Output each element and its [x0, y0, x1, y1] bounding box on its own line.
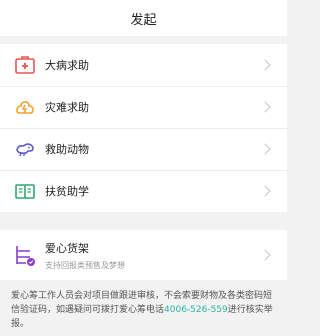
chevron-right-icon	[259, 143, 271, 155]
category-label: 大病求助	[45, 59, 89, 72]
chevron-right-icon	[259, 249, 271, 261]
category-row-major-illness[interactable]: 大病求助	[0, 44, 287, 86]
shelf-title: 爱心货架	[45, 241, 89, 255]
category-label: 扶贫助学	[45, 185, 89, 198]
disaster-icon	[13, 95, 37, 119]
category-row-animal[interactable]: 救助动物	[0, 128, 287, 170]
shelf-text: 爱心货架 支持回报类预售及梦想	[45, 240, 125, 271]
category-label: 救助动物	[45, 143, 89, 156]
shelf-subtitle: 支持回报类预售及梦想	[45, 260, 125, 270]
chevron-right-icon	[259, 185, 271, 197]
page-title: 发起	[130, 12, 157, 28]
category-row-disaster[interactable]: 灾难求助	[0, 86, 287, 128]
header-bar: 发起	[0, 0, 287, 36]
category-list: 大病求助 灾难求助 救助动物 扶贫助学	[0, 44, 287, 212]
shelf-row[interactable]: 爱心货架 支持回报类预售及梦想	[0, 230, 287, 280]
chevron-right-icon	[259, 59, 271, 71]
notice-text: 爱心筹工作人员会对项目做跟进审核，不会索要财物及各类密码短信验证码，如遇疑问可拨…	[11, 289, 279, 331]
shelf-icon	[13, 243, 37, 267]
animal-icon	[13, 137, 37, 161]
shelf-section: 爱心货架 支持回报类预售及梦想	[0, 230, 287, 280]
chevron-right-icon	[259, 101, 271, 113]
category-label: 灾难求助	[45, 101, 89, 114]
category-row-poverty-education[interactable]: 扶贫助学	[0, 170, 287, 212]
medical-kit-icon	[13, 53, 37, 77]
book-icon	[13, 179, 37, 203]
hotline-link[interactable]: 4006-526-559	[164, 305, 228, 315]
